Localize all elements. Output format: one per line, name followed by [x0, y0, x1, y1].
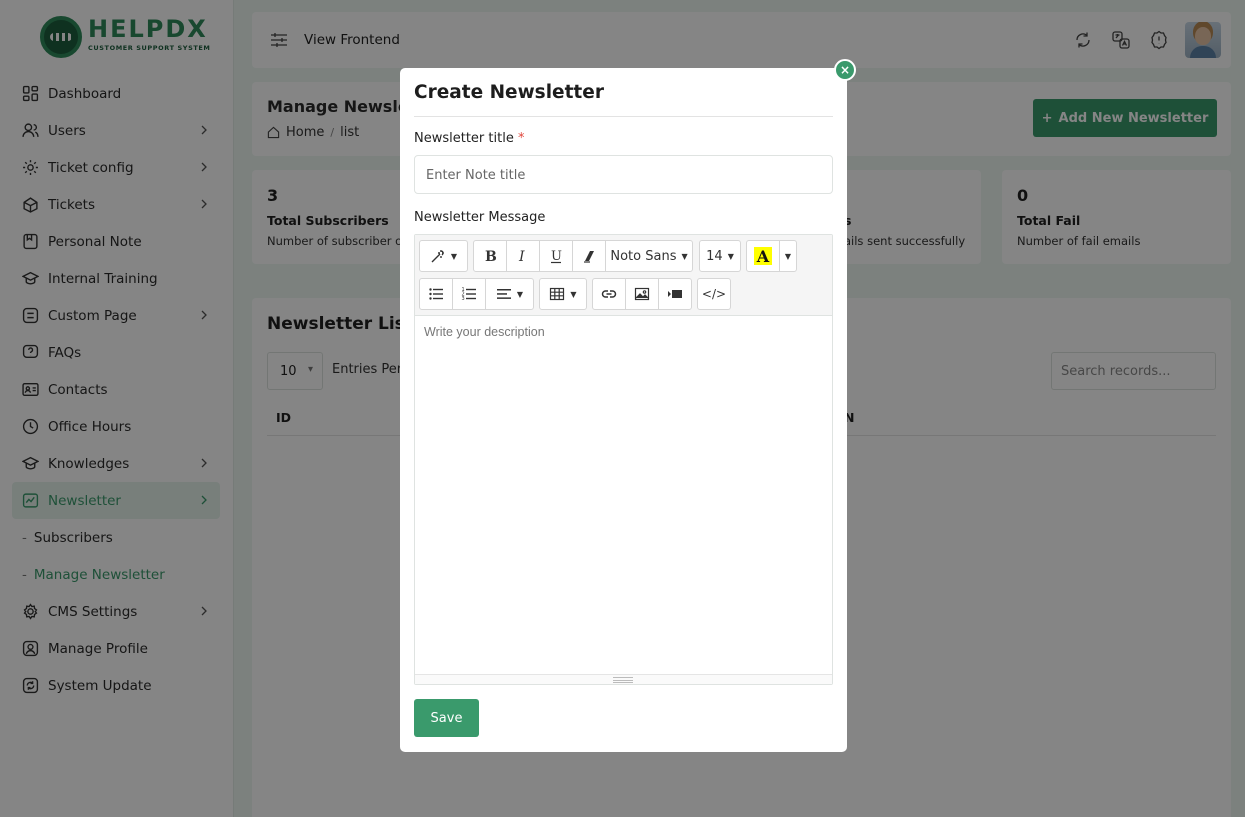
highlight-color-icon: A: [754, 247, 772, 266]
svg-text:3: 3: [462, 296, 465, 302]
insert-image-button[interactable]: [625, 278, 659, 310]
close-icon[interactable]: ×: [834, 59, 856, 81]
code-view-button[interactable]: </>: [697, 278, 731, 310]
link-icon: [601, 290, 617, 298]
insert-link-button[interactable]: [592, 278, 626, 310]
bold-button[interactable]: B: [473, 240, 507, 272]
caret-down-icon: ▼: [516, 289, 524, 299]
svg-text:I: I: [518, 249, 525, 264]
modal-title: Create Newsletter: [414, 82, 604, 103]
svg-text:B: B: [485, 249, 497, 264]
bullet-list-icon: [429, 288, 443, 300]
ordered-list-button[interactable]: 123: [452, 278, 486, 310]
svg-text:U: U: [551, 249, 562, 264]
paragraph-align-dropdown[interactable]: ▼: [485, 278, 534, 310]
caret-down-icon: ▼: [727, 251, 734, 261]
editor-resize-bar[interactable]: [415, 674, 832, 684]
underline-icon: U: [551, 249, 562, 264]
caret-down-icon: ▼: [681, 251, 688, 261]
table-insert-dropdown[interactable]: ▼: [539, 278, 587, 310]
color-dropdown-button[interactable]: ▼: [779, 240, 797, 272]
magic-wand-icon: [431, 250, 444, 263]
clear-format-button[interactable]: [572, 240, 606, 272]
table-icon: [550, 287, 565, 301]
font-size-dropdown[interactable]: 14 ▼: [699, 240, 741, 272]
video-icon: [668, 290, 682, 298]
caret-down-icon: ▼: [570, 289, 577, 299]
editor-toolbar: ▼ B I U Noto Sans ▼ 14 ▼ A ▼ 1 2 3 ▼ ▼ <…: [415, 235, 832, 316]
create-newsletter-modal: × Create Newsletter Newsletter title * E…: [400, 59, 856, 752]
newsletter-title-input[interactable]: Enter Note title: [414, 155, 833, 194]
align-left-icon: [496, 289, 511, 299]
text-color-button[interactable]: A: [746, 240, 780, 272]
insert-video-button[interactable]: [658, 278, 692, 310]
underline-button[interactable]: U: [539, 240, 573, 272]
unordered-list-button[interactable]: [419, 278, 453, 310]
numbered-list-icon: 123: [462, 287, 476, 302]
italic-button[interactable]: I: [506, 240, 540, 272]
magic-style-button[interactable]: ▼: [419, 240, 468, 272]
eraser-icon: [584, 251, 594, 263]
newsletter-title-label: Newsletter title *: [414, 131, 525, 146]
rich-text-editor: ▼ B I U Noto Sans ▼ 14 ▼ A ▼ 1 2 3 ▼ ▼ <…: [414, 234, 833, 685]
caret-down-icon: ▼: [784, 251, 792, 261]
newsletter-message-label: Newsletter Message: [414, 210, 546, 225]
editor-content-area[interactable]: Write your description: [424, 325, 545, 339]
font-family-dropdown[interactable]: Noto Sans ▼: [605, 240, 693, 272]
resize-grip-icon[interactable]: [613, 677, 633, 683]
image-icon: [634, 287, 650, 301]
italic-icon: I: [518, 249, 525, 264]
bold-icon: B: [485, 249, 497, 264]
code-icon: </>: [701, 287, 727, 301]
save-button[interactable]: Save: [414, 699, 479, 737]
divider: [414, 116, 833, 117]
required-mark: *: [517, 131, 525, 146]
